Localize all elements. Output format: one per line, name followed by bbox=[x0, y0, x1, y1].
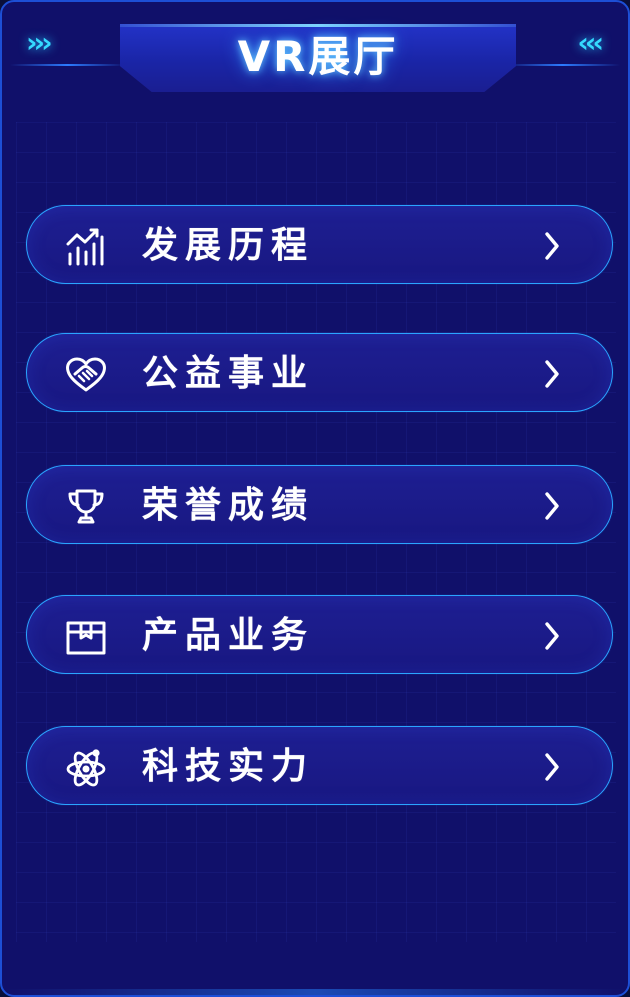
menu-item-public-welfare[interactable]: 公益事业 bbox=[26, 333, 613, 412]
menu-item-label: 产品业务 bbox=[142, 615, 315, 656]
right-chevrons-icon: ‹‹‹ bbox=[577, 26, 604, 59]
trophy-icon bbox=[63, 484, 109, 530]
header-left-line bbox=[10, 64, 125, 66]
bottom-glow bbox=[4, 989, 626, 995]
menu-item-label: 公益事业 bbox=[142, 353, 315, 394]
heart-handshake-icon bbox=[63, 352, 109, 398]
box-icon bbox=[63, 614, 109, 660]
menu-item-label: 荣誉成绩 bbox=[142, 485, 315, 526]
menu-item-products[interactable]: 产品业务 bbox=[26, 595, 613, 674]
menu-item-history[interactable]: 发展历程 bbox=[26, 205, 613, 284]
menu-item-honors[interactable]: 荣誉成绩 bbox=[26, 465, 613, 544]
page-title: VR展厅 bbox=[237, 32, 399, 81]
chevron-right-icon bbox=[539, 619, 565, 653]
chevron-right-icon bbox=[539, 750, 565, 784]
atom-icon bbox=[63, 745, 109, 791]
chevron-right-icon bbox=[539, 357, 565, 391]
growth-chart-icon bbox=[63, 224, 109, 270]
header-right-line bbox=[505, 64, 620, 66]
menu-item-label: 科技实力 bbox=[142, 746, 315, 787]
chevron-right-icon bbox=[539, 229, 565, 263]
menu-item-technology[interactable]: 科技实力 bbox=[26, 726, 613, 805]
vr-hall-panel: ››› ‹‹‹ VR展厅 发展历程 公益事业 荣誉成绩 产品业务 科技实力 bbox=[0, 0, 630, 997]
chevron-right-icon bbox=[539, 489, 565, 523]
menu-item-label: 发展历程 bbox=[142, 225, 315, 266]
left-chevrons-icon: ››› bbox=[26, 26, 53, 59]
